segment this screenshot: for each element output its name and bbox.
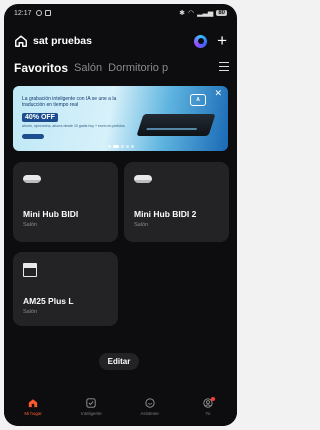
nav-yo[interactable]: Yo [179, 394, 237, 426]
translate-bubble-icon: A [190, 94, 206, 106]
status-time: 12:17 [14, 9, 32, 17]
banner-fine-print: ahorro, aprovecha, ahorra desde 10 grati… [22, 124, 125, 128]
alexa-icon[interactable] [194, 34, 208, 48]
phone-screen: 12:17 ✱ ◠ ▂▃▅ 80 sat pruebas + Favoritos… [4, 4, 237, 426]
banner-discount: 40% OFF [22, 113, 58, 122]
bluetooth-icon: ✱ [179, 10, 186, 17]
nav-label: Asistente [140, 411, 159, 416]
tab-fade [189, 59, 219, 77]
home-icon [28, 399, 38, 408]
device-name: AM25 Plus L [23, 296, 74, 306]
assistant-icon [145, 398, 155, 408]
device-card-mini-hub-bidi-2[interactable]: Mini Hub BIDI 2 Salón [124, 162, 229, 242]
status-right: ✱ ◠ ▂▃▅ 80 [179, 9, 227, 17]
header-actions: + [194, 32, 227, 49]
check-square-icon [86, 398, 96, 408]
carousel-dot[interactable] [130, 145, 134, 148]
wifi-icon: ◠ [188, 10, 195, 17]
notification-badge [210, 397, 215, 401]
device-card-mini-hub-bidi[interactable]: Mini Hub BIDI Salón [13, 162, 118, 242]
status-bar: 12:17 ✱ ◠ ▂▃▅ 80 [4, 4, 237, 22]
carousel-dot[interactable] [125, 145, 129, 148]
hub-icon [134, 175, 152, 183]
nav-label: Mi hogar [24, 411, 42, 416]
tab-salon[interactable]: Salón [74, 62, 102, 74]
carousel-dot[interactable] [107, 145, 111, 148]
nav-asistente[interactable]: Asistente [121, 394, 179, 426]
banner-product-image [136, 114, 216, 136]
home-icon[interactable] [14, 34, 28, 48]
room-tabs: Favoritos Salón Dormitorio p [4, 59, 237, 77]
nav-label: Inteligente [80, 411, 102, 416]
nav-label: Yo [205, 411, 211, 416]
device-room: Salón [23, 222, 38, 228]
nav-inteligente[interactable]: Inteligente [62, 394, 120, 426]
curtain-icon [23, 263, 37, 277]
notification-icon [44, 10, 51, 16]
carousel-dots [107, 145, 134, 148]
device-name: Mini Hub BIDI 2 [134, 209, 197, 219]
bottom-nav: Mi hogar Inteligente Asistente Yo [4, 394, 237, 426]
add-device-button[interactable]: + [217, 32, 227, 49]
device-room: Salón [134, 222, 149, 228]
banner-close-icon[interactable]: ✕ [214, 89, 222, 98]
banner-cta-button[interactable] [22, 134, 44, 139]
banner-headline: La grabación inteligente con IA se une a… [22, 96, 117, 108]
device-name: Mini Hub BIDI [23, 209, 79, 219]
tab-dormitorio[interactable]: Dormitorio p [108, 62, 168, 74]
carousel-dot-active[interactable] [112, 145, 119, 148]
device-room: Salón [23, 309, 38, 315]
edit-button[interactable]: Editar [99, 353, 139, 370]
nav-mi-hogar[interactable]: Mi hogar [4, 394, 62, 426]
battery-icon: 80 [216, 10, 227, 16]
notification-icons [35, 10, 51, 16]
menu-icon[interactable] [219, 62, 229, 72]
signal-icon: ▂▃▅ [197, 10, 214, 17]
tab-favoritos[interactable]: Favoritos [14, 61, 68, 75]
hub-icon [23, 175, 41, 183]
device-card-am25-plus-l[interactable]: AM25 Plus L Salón [13, 252, 118, 326]
carousel-dot[interactable] [120, 145, 124, 148]
promo-banner[interactable]: La grabación inteligente con IA se une a… [13, 86, 228, 151]
notification-icon [35, 10, 42, 16]
header: sat pruebas + [4, 30, 237, 52]
home-selector[interactable]: sat pruebas [33, 35, 92, 47]
